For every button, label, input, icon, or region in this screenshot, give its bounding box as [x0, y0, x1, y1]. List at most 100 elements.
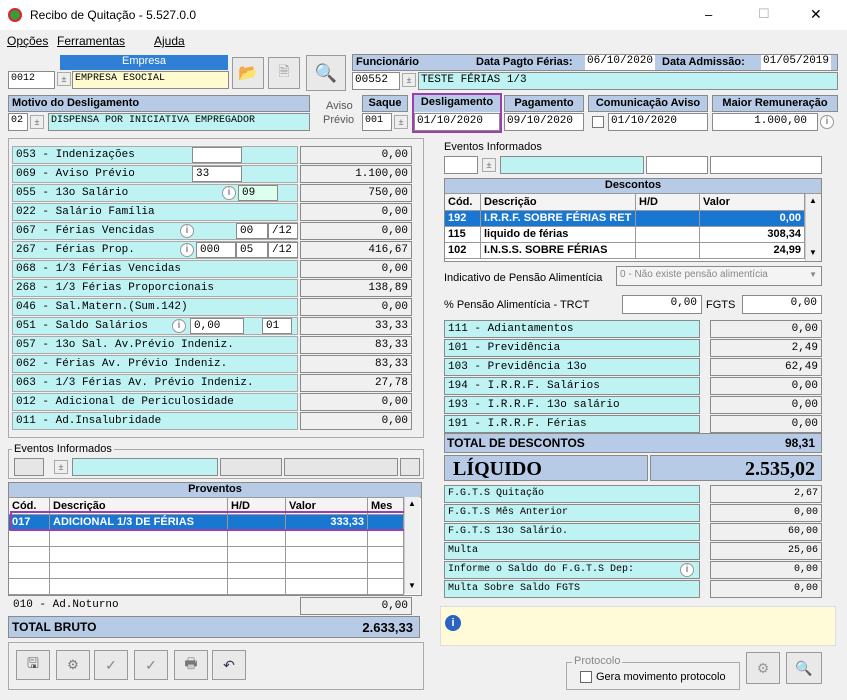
- print-button[interactable]: 🖶: [174, 650, 208, 680]
- confirm2-button[interactable]: ✓: [134, 650, 168, 680]
- eventos-right-desc[interactable]: [500, 156, 644, 174]
- left-row-extra-vencidas-a[interactable]: 00: [236, 223, 268, 239]
- protocolo-checkbox[interactable]: [580, 671, 592, 683]
- proventos-cell-cod[interactable]: [9, 563, 50, 579]
- save-button[interactable]: 🖫: [16, 650, 50, 680]
- open-folder-button[interactable]: 📂: [232, 57, 264, 89]
- descontos-cell-cod[interactable]: 115: [445, 227, 481, 243]
- descontos-cell-desc[interactable]: liquido de férias: [481, 227, 636, 243]
- left-row-extra-prop-a[interactable]: 05: [236, 242, 268, 258]
- info-icon-13o[interactable]: i: [222, 186, 236, 200]
- descontos-scroll-down-icon[interactable]: ▼: [809, 248, 817, 257]
- empresa-lookup-icon[interactable]: ±: [57, 72, 71, 86]
- protocolo-action-button[interactable]: ⚙: [746, 652, 780, 684]
- proventos-cell-valor[interactable]: [286, 563, 368, 579]
- descontos-cell-hd[interactable]: [636, 227, 700, 243]
- minimize-button[interactable]: –: [705, 7, 712, 22]
- data-admissao-field[interactable]: 01/05/2019: [761, 55, 832, 70]
- descontos-cell-desc[interactable]: I.R.R.F. SOBRE FÉRIAS RET: [481, 211, 636, 227]
- search-button[interactable]: 🔍: [306, 55, 346, 91]
- data-pagto-ferias-field[interactable]: 06/10/2020: [585, 55, 656, 70]
- info-icon-prop[interactable]: i: [180, 243, 194, 257]
- proventos-cell-mes[interactable]: [368, 579, 404, 595]
- eventos-left-mes[interactable]: [400, 458, 420, 476]
- undo-button[interactable]: ↶: [212, 650, 246, 680]
- proventos-cell-hd[interactable]: [228, 579, 286, 595]
- scroll-up-icon[interactable]: ▲: [408, 499, 416, 508]
- proventos-cell-cod[interactable]: [9, 547, 50, 563]
- proventos-cell-mes[interactable]: [368, 563, 404, 579]
- close-button[interactable]: ✕: [810, 6, 822, 23]
- descontos-cell-valor[interactable]: 308,34: [700, 227, 805, 243]
- funcionario-name-field[interactable]: TESTE FÉRIAS 1/3: [418, 72, 838, 90]
- eventos-right-code[interactable]: [444, 156, 478, 174]
- proventos-cell-desc[interactable]: [50, 579, 228, 595]
- saque-field[interactable]: 001: [362, 113, 392, 131]
- eventos-left-desc[interactable]: [72, 458, 218, 476]
- proventos-cell-desc[interactable]: [50, 547, 228, 563]
- eventos-left-valor[interactable]: [284, 458, 398, 476]
- descontos-cell-valor[interactable]: 24,99: [700, 243, 805, 259]
- scroll-down-icon[interactable]: ▼: [408, 581, 416, 590]
- empresa-code-field[interactable]: 0012: [8, 71, 55, 89]
- left-row-extra-vencidas-b[interactable]: /12: [268, 223, 298, 239]
- fgts-field[interactable]: 0,00: [742, 295, 822, 314]
- info-icon[interactable]: i: [820, 115, 834, 129]
- comunicacao-aviso-checkbox[interactable]: [592, 116, 604, 128]
- motivo-field[interactable]: DISPENSA POR INICIATIVA EMPREGADOR: [48, 113, 310, 131]
- descontos-scrollbar[interactable]: ▲ ▼: [805, 194, 821, 261]
- info-icon-saldo[interactable]: i: [172, 319, 186, 333]
- proventos-cell-cod[interactable]: [9, 579, 50, 595]
- proventos-cell-hd[interactable]: [228, 563, 286, 579]
- maximize-button[interactable]: ☐: [758, 6, 770, 22]
- proventos-cell-valor[interactable]: [286, 547, 368, 563]
- descontos-cell-hd[interactable]: [636, 243, 700, 259]
- left-row-extra-saldo-b[interactable]: 01: [262, 318, 292, 334]
- eventos-right-hd[interactable]: [646, 156, 708, 174]
- descontos-cell-valor[interactable]: 0,00: [700, 211, 805, 227]
- menu-opcoes[interactable]: Opções: [7, 34, 48, 48]
- eventos-right-lookup-icon[interactable]: ±: [482, 158, 496, 172]
- document-button[interactable]: 🗎: [268, 57, 300, 89]
- descontos-cell-cod[interactable]: 102: [445, 243, 481, 259]
- menu-ajuda[interactable]: Ajuda: [154, 34, 185, 48]
- pagamento-field[interactable]: 09/10/2020: [504, 113, 584, 131]
- proventos-cell-cod[interactable]: [9, 531, 50, 547]
- proventos-cell-hd[interactable]: [228, 547, 286, 563]
- left-row-extra-aviso[interactable]: 33: [192, 166, 242, 182]
- left-row-extra-13o[interactable]: 09: [238, 185, 278, 201]
- motivo-lookup-icon[interactable]: ±: [30, 115, 44, 129]
- eventos-left-lookup-icon[interactable]: ±: [54, 460, 68, 474]
- left-row-extra-prop-b[interactable]: /12: [268, 242, 298, 258]
- funcionario-code-field[interactable]: 00552: [352, 72, 400, 90]
- comunicacao-aviso-field[interactable]: 01/10/2020: [608, 113, 708, 131]
- descontos-cell-desc[interactable]: I.N.S.S. SOBRE FÉRIAS: [481, 243, 636, 259]
- pensao-select[interactable]: 0 - Não existe pensão alimentícia ▼: [616, 266, 822, 286]
- motivo-code-field[interactable]: 02: [8, 113, 28, 131]
- eventos-right-valor[interactable]: [710, 156, 822, 174]
- empresa-name-field[interactable]: EMPRESA ESOCIAL: [72, 71, 229, 89]
- descontos-scroll-up-icon[interactable]: ▲: [809, 196, 817, 205]
- proventos-cell-hd[interactable]: [228, 531, 286, 547]
- funcionario-lookup-icon[interactable]: ±: [402, 73, 416, 87]
- protocolo-search-button[interactable]: 🔍: [786, 652, 822, 684]
- proventos-scrollbar[interactable]: ▲ ▼: [404, 497, 420, 594]
- fgts-dep-info-icon[interactable]: i: [680, 563, 694, 577]
- descontos-cell-cod[interactable]: 192: [445, 211, 481, 227]
- proventos-cell-desc[interactable]: [50, 531, 228, 547]
- pct-pensao-field[interactable]: 0,00: [622, 295, 702, 314]
- proventos-cell-desc[interactable]: [50, 563, 228, 579]
- descontos-cell-hd[interactable]: [636, 211, 700, 227]
- maior-remuneracao-field[interactable]: 1.000,00: [712, 113, 818, 131]
- saque-lookup-icon[interactable]: ±: [394, 115, 408, 129]
- eventos-left-code[interactable]: [14, 458, 44, 476]
- proventos-cell-valor[interactable]: [286, 531, 368, 547]
- calculate-button[interactable]: ⚙: [56, 650, 90, 680]
- desligamento-field[interactable]: 01/10/2020: [414, 113, 500, 131]
- info-icon-vencidas[interactable]: i: [180, 224, 194, 238]
- left-row-extra-indenizacoes[interactable]: [192, 147, 242, 163]
- eventos-left-hd[interactable]: [220, 458, 282, 476]
- proventos-cell-mes[interactable]: [368, 547, 404, 563]
- proventos-cell-valor[interactable]: [286, 579, 368, 595]
- left-row-extra-saldo-a[interactable]: 0,00: [190, 318, 244, 334]
